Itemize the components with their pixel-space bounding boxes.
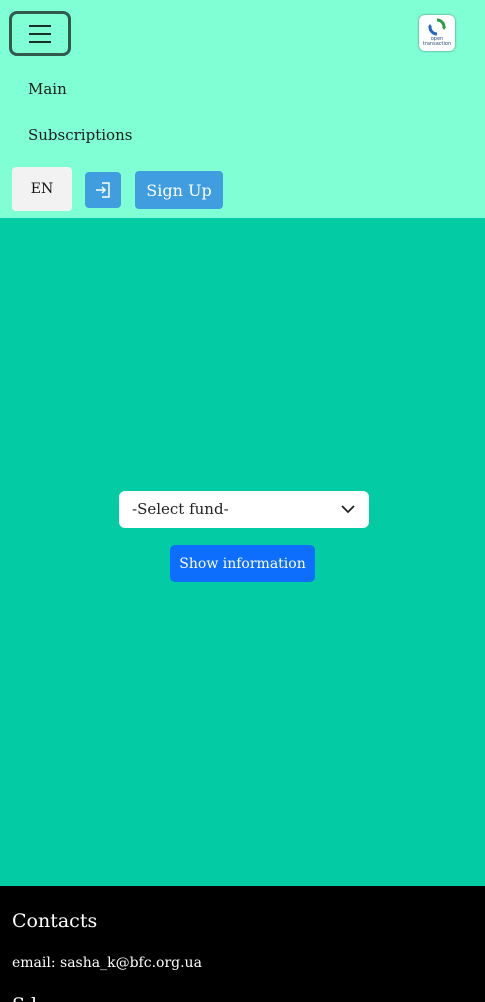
nav-link-subscriptions[interactable]: Subscriptions — [28, 126, 132, 144]
signup-button[interactable]: Sign Up — [135, 171, 223, 209]
show-information-button[interactable]: Show information — [170, 545, 315, 582]
contacts-title: Contacts — [12, 910, 98, 932]
footer-cut-text: S l — [12, 994, 37, 1002]
hamburger-line — [29, 33, 51, 35]
menu-toggle-button[interactable] — [9, 11, 71, 56]
hamburger-line — [29, 25, 51, 27]
login-icon — [96, 182, 110, 198]
contact-email: email: sasha_k@bfc.org.ua — [12, 955, 202, 971]
hamburger-line — [29, 41, 51, 43]
logo[interactable]: open transaction — [419, 15, 455, 51]
logo-text-line2: transaction — [422, 41, 452, 47]
fund-select[interactable]: -Select fund- — [119, 491, 369, 528]
fund-select-value: -Select fund- — [132, 500, 229, 518]
chevron-down-icon — [341, 505, 355, 514]
language-button[interactable]: EN — [12, 167, 72, 211]
navbar: open transaction Main Subscriptions EN S… — [0, 0, 485, 218]
footer: Contacts email: sasha_k@bfc.org.ua S l — [0, 886, 485, 1002]
nav-link-main[interactable]: Main — [28, 80, 67, 98]
login-button[interactable] — [85, 172, 121, 208]
logo-arrows-icon — [428, 18, 446, 36]
